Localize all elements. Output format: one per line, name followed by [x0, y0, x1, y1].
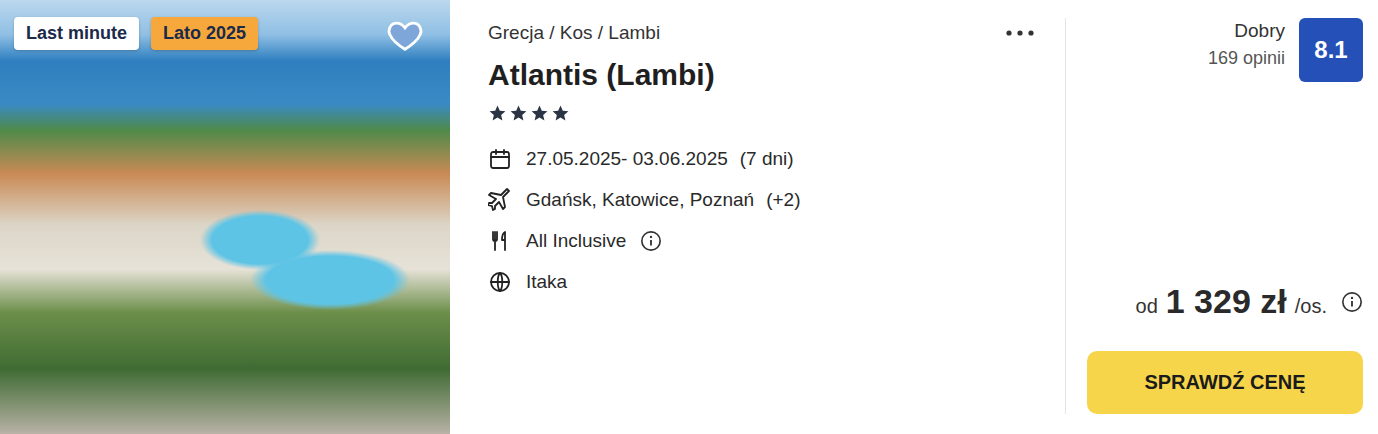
price: od1 329 zł/os. — [1087, 282, 1363, 321]
meal-icon — [488, 229, 512, 253]
detail-row: All Inclusive — [488, 229, 1035, 253]
info-icon[interactable] — [1341, 291, 1363, 313]
detail-row: 27.05.2025- 03.06.2025(7 dni) — [488, 147, 1035, 171]
more-icon[interactable] — [1005, 29, 1035, 37]
rating-score: 8.1 — [1299, 18, 1363, 82]
plane-icon — [488, 188, 512, 212]
offer-card[interactable]: Last minute Lato 2025 Grecja / Kos / Lambi… — [0, 0, 1378, 434]
check-price-button[interactable]: SPRAWDŹ CENĘ — [1087, 351, 1363, 414]
star-rating — [488, 104, 1035, 123]
globe-icon — [488, 270, 512, 294]
star-icon — [488, 104, 507, 123]
detail-row: Itaka — [488, 270, 1035, 294]
offer-details: Grecja / Kos / Lambi Atlantis (Lambi) 27.0… — [450, 18, 1066, 414]
heart-icon[interactable] — [386, 16, 424, 54]
star-icon — [551, 104, 570, 123]
rating[interactable]: Dobry 169 opinii 8.1 — [1087, 18, 1363, 82]
price-panel: Dobry 169 opinii 8.1 od1 329 zł/os. SPRAWDŹ … — [1066, 0, 1378, 434]
rating-label: Dobry — [1208, 20, 1285, 42]
hotel-photo[interactable]: Last minute Lato 2025 — [0, 0, 450, 434]
info-icon[interactable] — [640, 230, 662, 252]
star-icon — [509, 104, 528, 123]
hotel-title[interactable]: Atlantis (Lambi) — [488, 58, 1035, 92]
calendar-icon — [488, 147, 512, 171]
star-icon — [530, 104, 549, 123]
breadcrumb[interactable]: Grecja / Kos / Lambi — [488, 22, 660, 44]
badge: Last minute — [14, 17, 139, 50]
badge: Lato 2025 — [151, 17, 258, 50]
review-count: 169 opinii — [1208, 48, 1285, 69]
detail-row: Gdańsk, Katowice, Poznań(+2) — [488, 188, 1035, 212]
